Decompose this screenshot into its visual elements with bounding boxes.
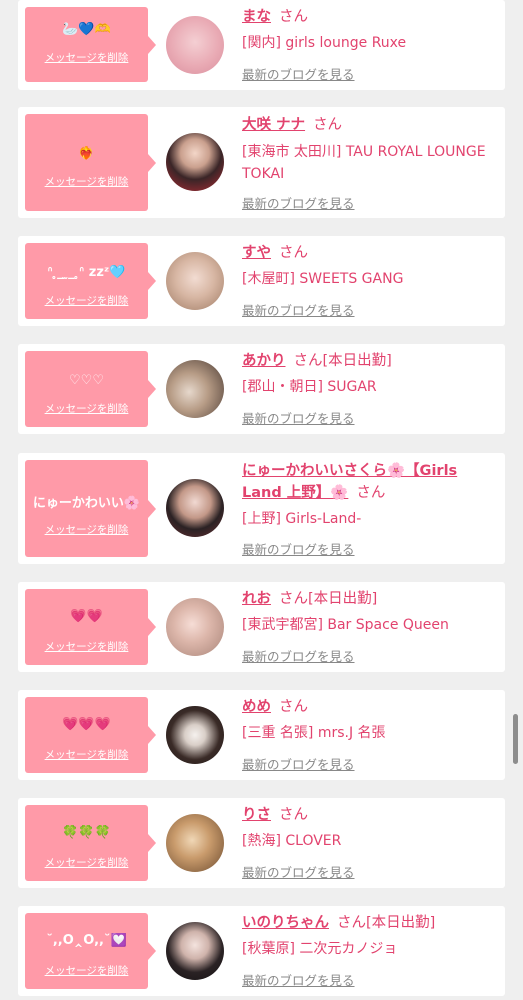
delete-message-link[interactable]: メッセージを削除 xyxy=(25,293,148,308)
profile-info: 大咲 ナナ さん [東海市 太田川] TAU ROYAL LOUNGE TOKAI xyxy=(242,116,499,185)
message-bubble: 💗💗 メッセージを削除 xyxy=(25,589,156,665)
delete-message-link[interactable]: メッセージを削除 xyxy=(25,401,148,416)
profile-name-link[interactable]: めめ xyxy=(242,699,271,715)
honorific: さん xyxy=(279,591,308,607)
list-item: 💗💗 メッセージを削除 れお さん[本日出勤] [東武宇都宮] Bar Space… xyxy=(18,582,505,672)
profile-name-link[interactable]: りさ xyxy=(242,807,271,823)
message-bubble: ❤️‍🔥 メッセージを削除 xyxy=(25,114,156,211)
latest-blog-link[interactable]: 最新のブログを見る xyxy=(242,408,355,427)
message-text: ❤️‍🔥 xyxy=(78,146,95,161)
honorific: さん xyxy=(279,807,308,823)
avatar[interactable] xyxy=(166,360,224,418)
list-item: ᐢ ̥_ ̫_ ̥ᐢ zzᶻ🩵 メッセージを削除 すや さん [木屋町] SWEE… xyxy=(18,236,505,326)
message-text: 🍀🍀🍀 xyxy=(62,825,111,840)
latest-blog-link[interactable]: 最新のブログを見る xyxy=(242,539,355,558)
status-badge: [本日出勤] xyxy=(308,591,378,607)
delete-message-link[interactable]: メッセージを削除 xyxy=(25,522,148,537)
profile-info: あかり さん[本日出勤] [郡山・朝日] SUGAR xyxy=(242,352,499,398)
message-text: ♡♡♡ xyxy=(69,373,104,388)
list-item: ❤️‍🔥 メッセージを削除 大咲 ナナ さん [東海市 太田川] TAU ROYA… xyxy=(18,107,505,218)
shop-name: [秋葉原] 二次元カノジョ xyxy=(242,941,398,957)
list-item: にゅーかわいい🌸 メッセージを削除 にゅーかわいいさくら🌸【Girls Land… xyxy=(18,453,505,564)
honorific: さん xyxy=(279,9,308,25)
shop-name: [三重 名張] mrs.J 名張 xyxy=(242,725,386,741)
latest-blog-link[interactable]: 最新のブログを見る xyxy=(242,970,355,989)
message-bubble: ᐢ ̥_ ̫_ ̥ᐢ zzᶻ🩵 メッセージを削除 xyxy=(25,243,156,319)
list-item: ♡♡♡ メッセージを削除 あかり さん[本日出勤] [郡山・朝日] SUGAR 最… xyxy=(18,344,505,434)
shop-name: [東武宇都宮] Bar Space Queen xyxy=(242,617,449,633)
status-badge: [本日出勤] xyxy=(322,353,392,369)
latest-blog-link[interactable]: 最新のブログを見る xyxy=(242,64,355,83)
delete-message-link[interactable]: メッセージを削除 xyxy=(25,639,148,654)
profile-info: れお さん[本日出勤] [東武宇都宮] Bar Space Queen xyxy=(242,590,499,636)
honorific: さん xyxy=(337,915,366,931)
delete-message-link[interactable]: メッセージを削除 xyxy=(25,855,148,870)
shop-name: [木屋町] SWEETS GANG xyxy=(242,271,404,287)
avatar[interactable] xyxy=(166,706,224,764)
profile-info: いのりちゃん さん[本日出勤] [秋葉原] 二次元カノジョ xyxy=(242,914,499,960)
profile-name-link[interactable]: れお xyxy=(242,591,271,607)
list-item: 💗💗💗 メッセージを削除 めめ さん [三重 名張] mrs.J 名張 最新のブロ… xyxy=(18,690,505,780)
shop-name: [郡山・朝日] SUGAR xyxy=(242,379,377,395)
delete-message-link[interactable]: メッセージを削除 xyxy=(25,50,148,65)
latest-blog-link[interactable]: 最新のブログを見る xyxy=(242,646,355,665)
honorific: さん xyxy=(313,117,343,133)
list-item: ˘,,Ò‸Ó,,˘💟 メッセージを削除 いのりちゃん さん[本日出勤] [秋葉原]… xyxy=(18,906,505,996)
message-bubble: 🦢💙🫶 メッセージを削除 xyxy=(25,7,156,82)
shop-name: [東海市 太田川] TAU ROYAL LOUNGE TOKAI xyxy=(242,144,486,182)
latest-blog-link[interactable]: 最新のブログを見る xyxy=(242,862,355,881)
message-text: 💗💗 xyxy=(70,609,103,624)
status-badge: [本日出勤] xyxy=(366,915,436,931)
honorific: さん xyxy=(293,353,323,369)
delete-message-link[interactable]: メッセージを削除 xyxy=(25,747,148,762)
message-bubble: 🍀🍀🍀 メッセージを削除 xyxy=(25,805,156,881)
delete-message-link[interactable]: メッセージを削除 xyxy=(25,174,148,189)
latest-blog-link[interactable]: 最新のブログを見る xyxy=(242,300,355,319)
scrollbar[interactable] xyxy=(513,714,518,764)
honorific: さん xyxy=(279,699,308,715)
profile-info: まな さん [関内] girls lounge Ruxe xyxy=(242,8,499,54)
avatar[interactable] xyxy=(166,814,224,872)
list-item: 🍀🍀🍀 メッセージを削除 りさ さん [熱海] CLOVER 最新のブログを見る xyxy=(18,798,505,888)
shop-name: [熱海] CLOVER xyxy=(242,833,342,849)
avatar[interactable] xyxy=(166,133,224,191)
list-item: 🦢💙🫶 メッセージを削除 まな さん [関内] girls lounge Ruxe… xyxy=(18,0,505,90)
profile-name-link[interactable]: あかり xyxy=(242,353,286,369)
latest-blog-link[interactable]: 最新のブログを見る xyxy=(242,193,355,212)
message-bubble: 💗💗💗 メッセージを削除 xyxy=(25,697,156,773)
shop-name: [関内] girls lounge Ruxe xyxy=(242,35,407,51)
message-text: にゅーかわいい🌸 xyxy=(32,496,141,511)
message-bubble: ♡♡♡ メッセージを削除 xyxy=(25,351,156,427)
avatar[interactable] xyxy=(166,922,224,980)
latest-blog-link[interactable]: 最新のブログを見る xyxy=(242,754,355,773)
profile-name-link[interactable]: 大咲 ナナ xyxy=(242,117,305,133)
profile-info: めめ さん [三重 名張] mrs.J 名張 xyxy=(242,698,499,744)
profile-info: にゅーかわいいさくら🌸【Girls Land 上野】🌸 さん [上野] Girls… xyxy=(242,460,499,530)
message-text: 🦢💙🫶 xyxy=(62,22,111,37)
message-bubble: ˘,,Ò‸Ó,,˘💟 メッセージを削除 xyxy=(25,913,156,989)
avatar[interactable] xyxy=(166,16,224,74)
profile-name-link[interactable]: にゅーかわいいさくら🌸【Girls Land 上野】🌸 xyxy=(242,463,457,501)
avatar[interactable] xyxy=(166,479,224,537)
honorific: さん xyxy=(279,245,308,261)
message-text: ˘,,Ò‸Ó,,˘💟 xyxy=(46,933,127,948)
honorific: さん xyxy=(356,485,386,501)
delete-message-link[interactable]: メッセージを削除 xyxy=(25,963,148,978)
avatar[interactable] xyxy=(166,598,224,656)
shop-name: [上野] Girls-Land- xyxy=(242,511,362,527)
profile-info: すや さん [木屋町] SWEETS GANG xyxy=(242,244,499,290)
avatar[interactable] xyxy=(166,252,224,310)
profile-name-link[interactable]: まな xyxy=(242,9,271,25)
message-text: 💗💗💗 xyxy=(62,717,111,732)
message-text: ᐢ ̥_ ̫_ ̥ᐢ zzᶻ🩵 xyxy=(47,265,126,280)
profile-name-link[interactable]: すや xyxy=(242,245,271,261)
profile-name-link[interactable]: いのりちゃん xyxy=(242,915,329,931)
profile-info: りさ さん [熱海] CLOVER xyxy=(242,806,499,852)
message-bubble: にゅーかわいい🌸 メッセージを削除 xyxy=(25,460,156,557)
